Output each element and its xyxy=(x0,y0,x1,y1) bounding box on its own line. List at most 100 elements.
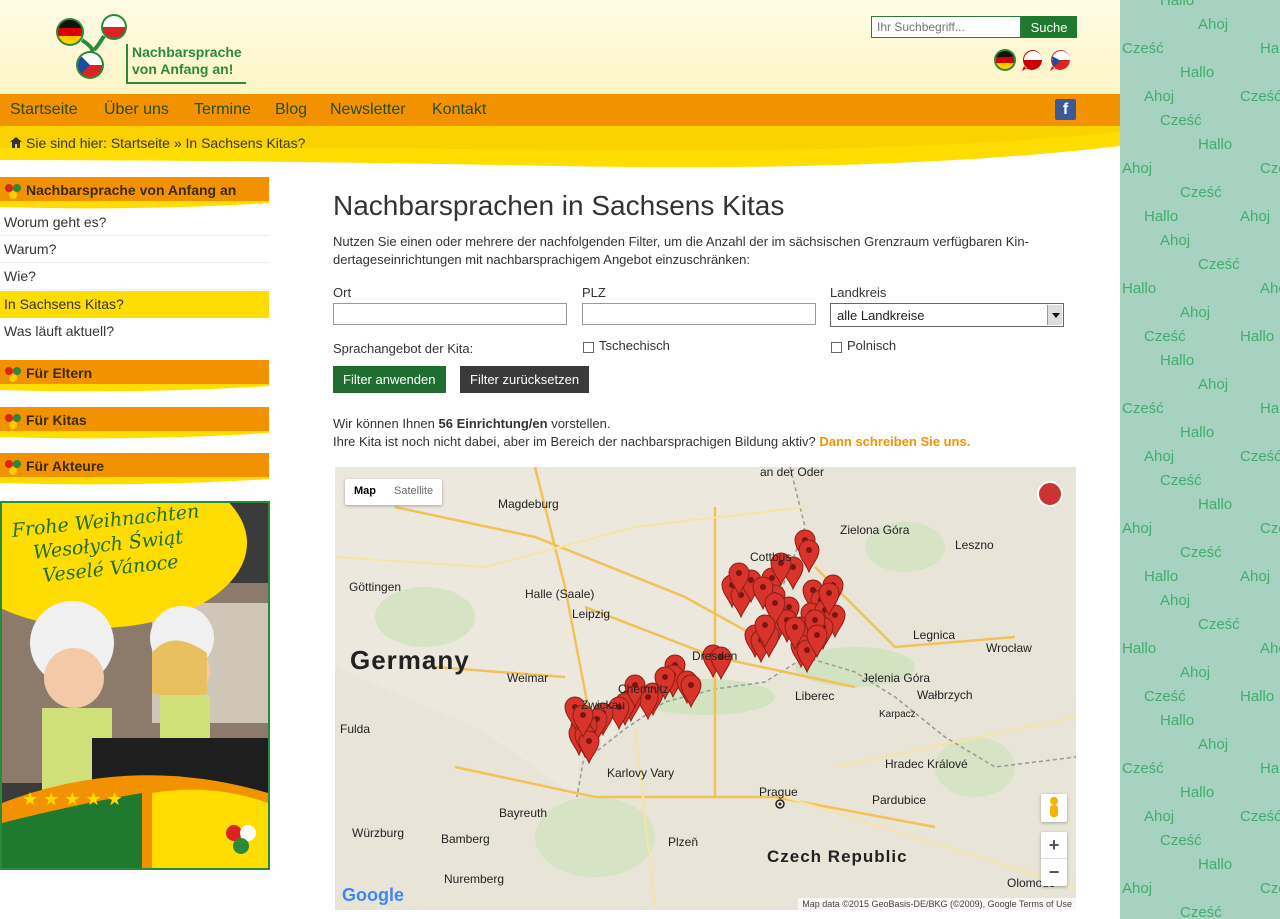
map-city: Dresden xyxy=(692,649,738,663)
apply-filter-button[interactable]: Filter anwenden xyxy=(333,366,446,393)
background-greeting-word: Hallo xyxy=(1160,712,1195,729)
sidebar-item-wie[interactable]: Wie? xyxy=(0,263,269,290)
facebook-icon[interactable]: f xyxy=(1055,99,1076,120)
background-greeting-word: Ahoj xyxy=(1122,880,1153,897)
sidebar-item-sachsens-kitas[interactable]: In Sachsens Kitas? xyxy=(0,291,269,318)
map-city: Leipzig xyxy=(572,607,611,621)
kita-map[interactable]: Map Satellite Germany Czech Republic Mag… xyxy=(335,467,1076,910)
background-greeting-word: Ahoj xyxy=(1198,16,1229,33)
background-greeting-word: Cześć xyxy=(1180,544,1222,561)
map-city: Halle (Saale) xyxy=(525,587,595,601)
result-count: 56 Einrichtung/en xyxy=(438,416,548,431)
zoom-in-button[interactable]: + xyxy=(1041,832,1067,859)
clover-icon xyxy=(5,414,21,429)
background-greeting-word: Cześć xyxy=(1198,256,1240,273)
nav-blog[interactable]: Blog xyxy=(275,101,307,119)
background-greeting-word: Hallo xyxy=(1240,328,1275,345)
search-input[interactable] xyxy=(871,16,1021,38)
svg-text:★ ★ ★ ★ ★: ★ ★ ★ ★ ★ xyxy=(22,789,123,809)
map-type-map[interactable]: Map xyxy=(345,479,385,505)
map-city: Göttingen xyxy=(349,580,402,594)
background-greeting-word: Ahoj xyxy=(1160,592,1191,609)
street-view-pegman-icon[interactable] xyxy=(1041,794,1067,822)
chevron-down-icon[interactable] xyxy=(1047,305,1062,325)
map-type-control: Map Satellite xyxy=(345,479,443,505)
logo-line1: Nachbarsprache xyxy=(132,44,242,60)
sidebar-section-nachbarsprache[interactable]: Nachbarsprache von Anfang an xyxy=(0,177,269,203)
nav-termine[interactable]: Termine xyxy=(194,101,251,119)
pl-flag-icon[interactable] xyxy=(1021,48,1045,72)
background-greeting-word: Hallo xyxy=(1144,208,1179,225)
sidebar-section-eltern[interactable]: Für Eltern xyxy=(0,360,269,386)
map-city: Prague xyxy=(759,785,798,799)
polnisch-label[interactable]: Polnisch xyxy=(847,338,896,353)
result-post: vorstellen. xyxy=(547,416,611,431)
map-city: Fulda xyxy=(340,722,371,736)
map-attribution[interactable]: Map data ©2015 GeoBasis-DE/BKG (©2009), … xyxy=(798,898,1076,910)
search-button[interactable]: Suche xyxy=(1021,16,1077,38)
background-greeting-word: Cześć xyxy=(1260,160,1280,177)
background-greeting-word: Cześć xyxy=(1160,112,1202,129)
background-greeting-word: Cześć xyxy=(1260,880,1280,897)
sidebar-wave xyxy=(0,477,269,485)
background-greeting-word: Hallo xyxy=(1122,640,1157,657)
background-greeting-word: Ahoj xyxy=(1260,280,1280,297)
map-city: Zwickau xyxy=(581,698,626,712)
sidebar-item-warum[interactable]: Warum? xyxy=(0,236,269,263)
result-line2: Ihre Kita ist noch nicht dabei, aber im … xyxy=(333,434,820,449)
background-greeting-word: Cześć xyxy=(1240,88,1280,105)
plz-input[interactable] xyxy=(582,303,816,325)
background-greeting-word: Hallo xyxy=(1180,424,1215,441)
background-greeting-word: Hallo xyxy=(1122,280,1157,297)
background-greeting-word: Cześć xyxy=(1144,688,1186,705)
background-greeting-word: Ahoj xyxy=(1180,304,1211,321)
background-greeting-word: Hallo xyxy=(1180,64,1215,81)
map-city: Magdeburg xyxy=(498,497,559,511)
search-form: Suche xyxy=(871,16,1077,38)
tschechisch-checkbox[interactable] xyxy=(583,342,594,353)
sidebar-item-worum[interactable]: Worum geht es? xyxy=(0,209,269,236)
page-title: Nachbarsprachen in Sachsens Kitas xyxy=(333,190,785,221)
de-flag-icon[interactable] xyxy=(993,48,1017,72)
tschechisch-label[interactable]: Tschechisch xyxy=(599,338,670,353)
sidebar-item-aktuell[interactable]: Was läuft aktuell? xyxy=(0,318,269,345)
map-city: Nuremberg xyxy=(444,872,505,886)
christmas-banner[interactable]: ★ ★ ★ ★ ★ Frohe Weihnachten Wesołych Świ… xyxy=(0,501,270,870)
sidebar-section-title: Nachbarsprache von Anfang an xyxy=(26,182,237,198)
map-label-czech: Czech Republic xyxy=(767,847,908,866)
clover-icon xyxy=(5,184,21,199)
background-greeting-word: Cześć xyxy=(1144,328,1186,345)
cz-flag-icon[interactable] xyxy=(1049,48,1073,72)
result-text: Wir können Ihnen 56 Einrichtung/en vorst… xyxy=(333,415,970,451)
sidebar-section-kitas[interactable]: Für Kitas xyxy=(0,407,269,433)
zoom-control: + − xyxy=(1041,832,1067,886)
background-greeting-word: Hallo xyxy=(1198,136,1233,153)
background-greeting-word: Hallo xyxy=(1144,568,1179,585)
zoom-out-button[interactable]: − xyxy=(1041,859,1067,886)
background-greeting-word: Cześć xyxy=(1260,520,1280,537)
breadcrumb-path[interactable]: Startseite » In Sachsens Kitas? xyxy=(111,135,306,151)
sidebar-section-title: Für Eltern xyxy=(26,365,93,381)
background-greeting-word: Ahoj xyxy=(1122,520,1153,537)
google-logo: Google xyxy=(342,885,404,905)
landkreis-select[interactable]: alle Landkreise xyxy=(830,303,1064,327)
background-greeting-word: Cześć xyxy=(1180,184,1222,201)
nav-kontakt[interactable]: Kontakt xyxy=(432,101,486,119)
reset-filter-button[interactable]: Filter zurücksetzen xyxy=(460,366,590,393)
nav-newsletter[interactable]: Newsletter xyxy=(330,101,406,119)
pegman-avatar-icon[interactable] xyxy=(1037,481,1063,507)
ort-label: Ort xyxy=(333,285,352,300)
ort-input[interactable] xyxy=(333,303,567,325)
background-greeting-word: Ahoj xyxy=(1144,448,1175,465)
contact-link[interactable]: Dann schreiben Sie uns. xyxy=(819,434,970,449)
nav-ueber-uns[interactable]: Über uns xyxy=(104,101,169,119)
background-greeting-word: Hallo xyxy=(1160,0,1195,9)
nav-startseite[interactable]: Startseite xyxy=(10,101,78,119)
map-city: Wrocław xyxy=(986,641,1032,655)
sidebar-section-title: Für Kitas xyxy=(26,412,87,428)
background-greeting-word: Hallo xyxy=(1198,496,1233,513)
map-type-satellite[interactable]: Satellite xyxy=(385,479,442,505)
sidebar-section-akteure[interactable]: Für Akteure xyxy=(0,453,269,479)
polnisch-checkbox[interactable] xyxy=(831,342,842,353)
site-logo[interactable]: Nachbarsprache von Anfang an! xyxy=(52,10,252,84)
